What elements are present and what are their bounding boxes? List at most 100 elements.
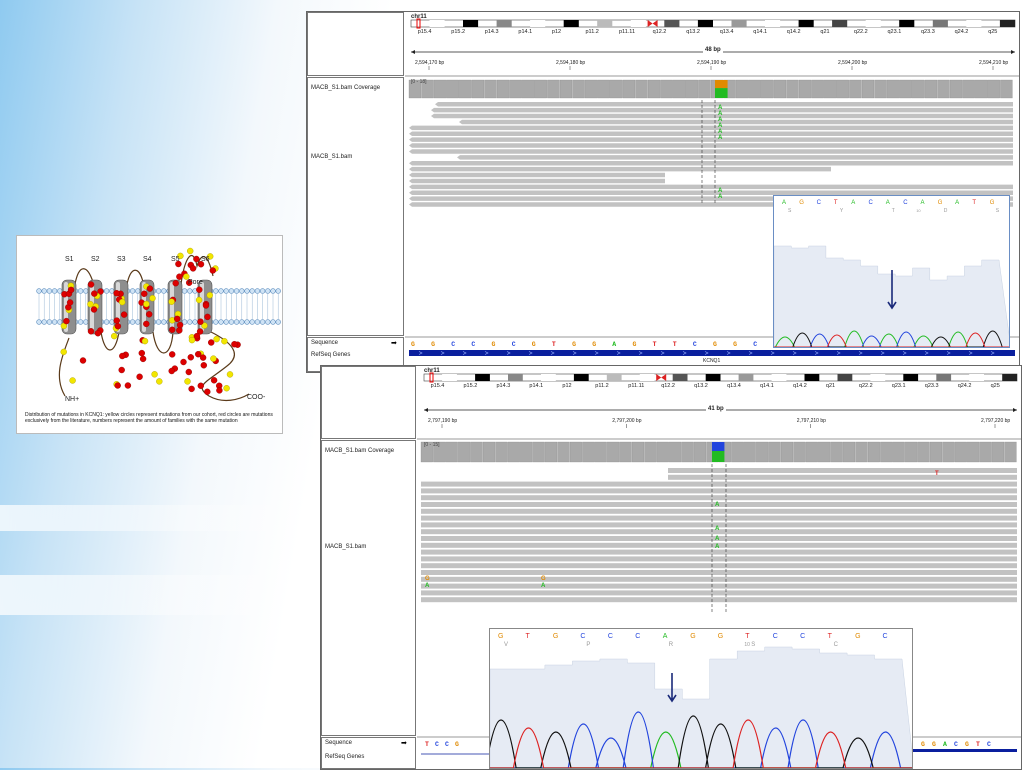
literature-mutation-marker [200,362,208,369]
amino-acid-label: S [788,208,792,214]
cytoband [442,374,457,381]
literature-mutation-marker [172,280,179,287]
literature-mutation-marker [231,340,238,348]
variant-base: A [718,135,723,141]
aligned-read [409,149,1013,154]
coverage-bar [647,79,661,99]
cytoband-label: q21 [826,383,835,389]
lipid-head [249,288,255,294]
coverage-bar [949,79,963,99]
aligned-read [421,597,1017,603]
coverage-bar [622,79,636,99]
lipid-head [218,288,224,294]
lipid-head [275,319,281,325]
coverage-bar [892,441,905,463]
cytoband-label: q24.2 [955,29,969,35]
coverage-bar [547,79,560,99]
literature-mutation-marker [139,355,147,363]
lipid-head [181,288,188,294]
lipid-head [51,288,58,294]
lipid-head [41,319,47,325]
coverage-bar [545,441,558,463]
amino-acid-label: V [504,642,508,648]
lipid-head [83,288,89,294]
cohort-mutation-marker [118,298,126,306]
coverage-bar [880,441,893,463]
coverage-bar [899,79,912,99]
cytoband-label: p11.2 [586,29,599,35]
lipid-head [213,288,219,294]
cytoband [597,20,613,27]
chromatogram-inset-bottom: G T G C C C A G G T C C T G C V P R S C 10 [489,628,913,769]
cohort-mutation-marker [151,371,158,378]
aligned-read [668,468,1017,473]
coverage-bar [929,441,943,463]
cytoband [765,20,781,27]
literature-mutation-marker [118,366,125,374]
coverage-bar [786,79,799,99]
reference-base: C [693,341,697,348]
lipid-head [155,288,162,294]
segment-label-s1: S1 [65,256,74,263]
literature-mutation-marker [63,317,70,325]
literature-mutation-marker [168,326,176,334]
coverage-bar [736,79,749,99]
position-label: 10 [744,642,750,648]
coverage-variant-bottom [712,451,725,462]
mutation-arrow-icon [667,673,677,703]
called-base: T [828,633,833,640]
aligned-read [421,576,1017,582]
reference-base: G [492,341,496,348]
coverage-bar [557,441,570,463]
topology-diagram [36,247,281,402]
ruler-tick-label: 2,797,210 bp [797,418,826,424]
quality-bars [490,646,912,768]
ruler-tick-label: 2,797,200 bp [612,418,641,424]
cytoband [664,20,680,27]
igv-panel-bottom: MACB_S1.bam Coverage MACB_S1.bam Sequenc… [320,365,1022,770]
cytoband-label: p15.2 [464,383,478,389]
reference-base: C [954,741,958,748]
cohort-mutation-marker [156,378,163,385]
literature-mutation-marker [207,339,215,346]
literature-mutation-marker [209,267,217,274]
cytoband-label: q13.2 [694,383,708,389]
literature-mutation-marker [185,368,193,376]
called-base: C [608,633,613,640]
lipid-head [103,288,110,294]
literature-mutation-marker [173,315,181,323]
cytoband-label: q14.2 [787,29,801,35]
lipid-head [46,288,53,294]
cytoband [771,374,787,381]
literature-mutation-marker [189,265,197,272]
cytoband [837,374,853,381]
called-base: A [921,200,925,206]
cytoband [1002,374,1017,381]
literature-mutation-marker [202,302,210,309]
amino-acid-label: C [834,642,839,648]
lipid-head [46,319,53,325]
cytoband-label: q23.3 [925,383,939,389]
amino-acid-label: S [996,208,1000,214]
aligned-read [421,556,1017,562]
aligned-read [409,143,1013,148]
called-base: C [817,200,822,206]
region-span: 48 bp [703,47,723,53]
lipid-head [259,319,266,325]
reference-base: C [987,741,991,748]
cytoband-label: q23.1 [892,383,906,389]
coverage-bar [979,441,992,463]
coverage-bar [818,441,831,463]
coverage-variant-top [715,80,728,89]
cohort-mutation-marker [143,300,150,308]
refseq-gene-bar [913,749,1017,752]
cohort-mutation-marker [223,384,230,392]
igv-panel-top: MACB_S1.bam Coverage MACB_S1.bam Sequenc… [306,11,1020,373]
cytoband-label: q13.4 [727,383,741,389]
ruler-tick-label: 2,594,170 bp [415,60,444,66]
reference-base: T [653,341,657,348]
coverage-bar [532,441,545,463]
lipid-head [218,319,224,325]
aligned-read [421,563,1017,569]
ruler-tick-label: 2,594,190 bp [697,60,726,66]
